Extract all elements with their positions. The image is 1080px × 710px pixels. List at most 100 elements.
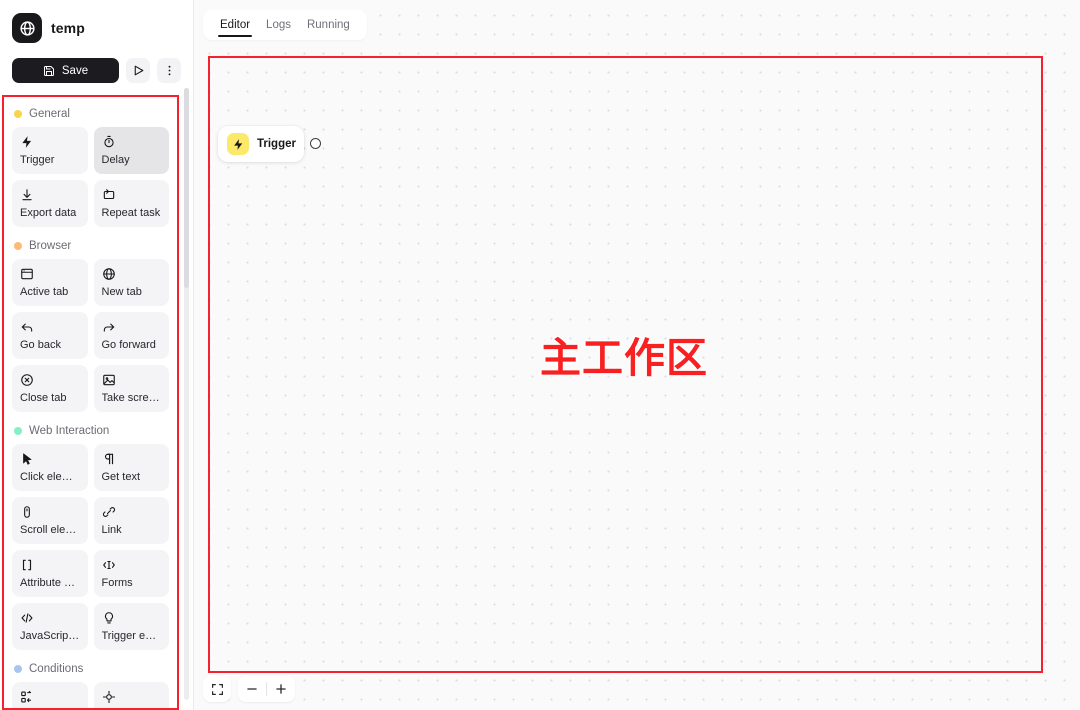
globe-icon bbox=[102, 266, 162, 281]
tab-running[interactable]: Running bbox=[300, 10, 357, 40]
fit-view-icon bbox=[211, 683, 224, 696]
play-icon bbox=[132, 64, 145, 77]
group-color-dot bbox=[14, 427, 22, 435]
block-item-label: Forms bbox=[102, 576, 162, 590]
target-icon bbox=[102, 689, 162, 704]
block-item-take-scree[interactable]: Take scree... bbox=[94, 365, 170, 412]
repeat-icon bbox=[102, 187, 162, 202]
block-grid: ConditionsElement exi... bbox=[12, 682, 169, 708]
blocks-list[interactable]: General Trigger Delay Export data Repeat tas… bbox=[4, 97, 177, 708]
block-item-new-tab[interactable]: New tab bbox=[94, 259, 170, 306]
code-icon bbox=[20, 610, 80, 625]
save-button-label: Save bbox=[62, 65, 88, 77]
download-icon bbox=[20, 187, 80, 202]
lightning-bolt-icon bbox=[20, 134, 80, 149]
zoom-out-button[interactable] bbox=[238, 676, 266, 702]
sidebar-scrollbar-thumb[interactable] bbox=[184, 88, 189, 288]
block-item-label: Attribute va... bbox=[20, 576, 80, 590]
block-item-active-tab[interactable]: Active tab bbox=[12, 259, 88, 306]
sidebar-actions: Save bbox=[12, 58, 181, 83]
stopwatch-icon bbox=[102, 134, 162, 149]
block-item-delay[interactable]: Delay bbox=[94, 127, 170, 174]
group-spacer bbox=[12, 650, 169, 658]
canvas-tabs[interactable]: EditorLogsRunning bbox=[203, 10, 367, 40]
cursor-click-icon bbox=[20, 451, 80, 466]
block-item-forms[interactable]: Forms bbox=[94, 550, 170, 597]
block-item-close-tab[interactable]: Close tab bbox=[12, 365, 88, 412]
fit-view-button[interactable] bbox=[203, 676, 231, 702]
group-title: Web Interaction bbox=[29, 425, 109, 437]
block-item-element-exi[interactable]: Element exi... bbox=[94, 682, 170, 708]
block-item-label: Link bbox=[102, 523, 162, 537]
group-spacer bbox=[12, 227, 169, 235]
group-color-dot bbox=[14, 110, 22, 118]
sidebar: temp Save bbox=[0, 0, 194, 710]
block-item-label: Take scree... bbox=[102, 391, 162, 405]
pilcrow-icon bbox=[102, 451, 162, 466]
block-item-get-text[interactable]: Get text bbox=[94, 444, 170, 491]
block-item-label: Get text bbox=[102, 470, 162, 484]
floppy-disk-icon bbox=[43, 65, 55, 77]
block-item-click-element[interactable]: Click element bbox=[12, 444, 88, 491]
block-item-label: New tab bbox=[102, 285, 162, 299]
arrow-forward-icon bbox=[102, 319, 162, 334]
block-grid: Trigger Delay Export data Repeat task bbox=[12, 127, 169, 227]
plus-icon bbox=[274, 682, 288, 696]
block-item-label: Click element bbox=[20, 470, 80, 484]
run-workflow-button[interactable] bbox=[126, 58, 150, 83]
sidebar-scrollbar[interactable] bbox=[184, 88, 189, 700]
block-item-export-data[interactable]: Export data bbox=[12, 180, 88, 227]
workspace-annotation-label: 主工作区 bbox=[540, 324, 708, 384]
block-group-label-conditions: Conditions bbox=[12, 658, 169, 682]
brackets-icon bbox=[20, 557, 80, 572]
workflow-canvas[interactable]: EditorLogsRunning 主工作区 Trigger bbox=[194, 0, 1080, 710]
globe-icon bbox=[12, 13, 42, 43]
kebab-menu-icon bbox=[163, 64, 176, 77]
save-button[interactable]: Save bbox=[12, 58, 119, 83]
block-item-label: Scroll elem... bbox=[20, 523, 80, 537]
branch-compare-icon bbox=[20, 689, 80, 704]
trigger-node-output-handle[interactable] bbox=[310, 138, 321, 149]
block-item-scroll-elem[interactable]: Scroll elem... bbox=[12, 497, 88, 544]
workflow-title: temp bbox=[51, 20, 85, 36]
trigger-node-label: Trigger bbox=[257, 138, 296, 150]
group-title: Conditions bbox=[29, 663, 83, 675]
trigger-node[interactable]: Trigger bbox=[218, 126, 304, 162]
block-item-go-back[interactable]: Go back bbox=[12, 312, 88, 359]
block-item-label: Trigger bbox=[20, 153, 80, 167]
block-item-javascript[interactable]: JavaScript ... bbox=[12, 603, 88, 650]
block-item-conditions[interactable]: Conditions bbox=[12, 682, 88, 708]
block-item-label: Repeat task bbox=[102, 206, 162, 220]
block-item-go-forward[interactable]: Go forward bbox=[94, 312, 170, 359]
block-group-label-browser: Browser bbox=[12, 235, 169, 259]
block-item-link[interactable]: Link bbox=[94, 497, 170, 544]
tab-logs[interactable]: Logs bbox=[259, 10, 298, 40]
zoom-in-button[interactable] bbox=[267, 676, 295, 702]
link-icon bbox=[102, 504, 162, 519]
block-item-label: Export data bbox=[20, 206, 80, 220]
group-spacer bbox=[12, 412, 169, 420]
zoom-box bbox=[238, 676, 295, 702]
lightbulb-icon bbox=[102, 610, 162, 625]
brand: temp bbox=[12, 12, 181, 44]
canvas-controls bbox=[203, 676, 295, 702]
workspace-annotation-box bbox=[208, 56, 1043, 673]
block-item-label: Active tab bbox=[20, 285, 80, 299]
tab-editor[interactable]: Editor bbox=[213, 10, 257, 40]
block-item-repeat-task[interactable]: Repeat task bbox=[94, 180, 170, 227]
more-options-button[interactable] bbox=[157, 58, 181, 83]
block-item-label: Trigger event bbox=[102, 629, 162, 643]
group-color-dot bbox=[14, 665, 22, 673]
block-item-trigger-event[interactable]: Trigger event bbox=[94, 603, 170, 650]
block-item-attribute-va[interactable]: Attribute va... bbox=[12, 550, 88, 597]
block-item-label: Go forward bbox=[102, 338, 162, 352]
block-item-trigger[interactable]: Trigger bbox=[12, 127, 88, 174]
block-item-label: JavaScript ... bbox=[20, 629, 80, 643]
blocks-panel-annotation: General Trigger Delay Export data Repeat tas… bbox=[2, 95, 179, 710]
fit-view-box bbox=[203, 676, 231, 702]
app-root: temp Save bbox=[0, 0, 1080, 710]
block-group-label-general: General bbox=[12, 103, 169, 127]
text-cursor-icon bbox=[102, 557, 162, 572]
group-title: General bbox=[29, 108, 70, 120]
browser-window-icon bbox=[20, 266, 80, 281]
